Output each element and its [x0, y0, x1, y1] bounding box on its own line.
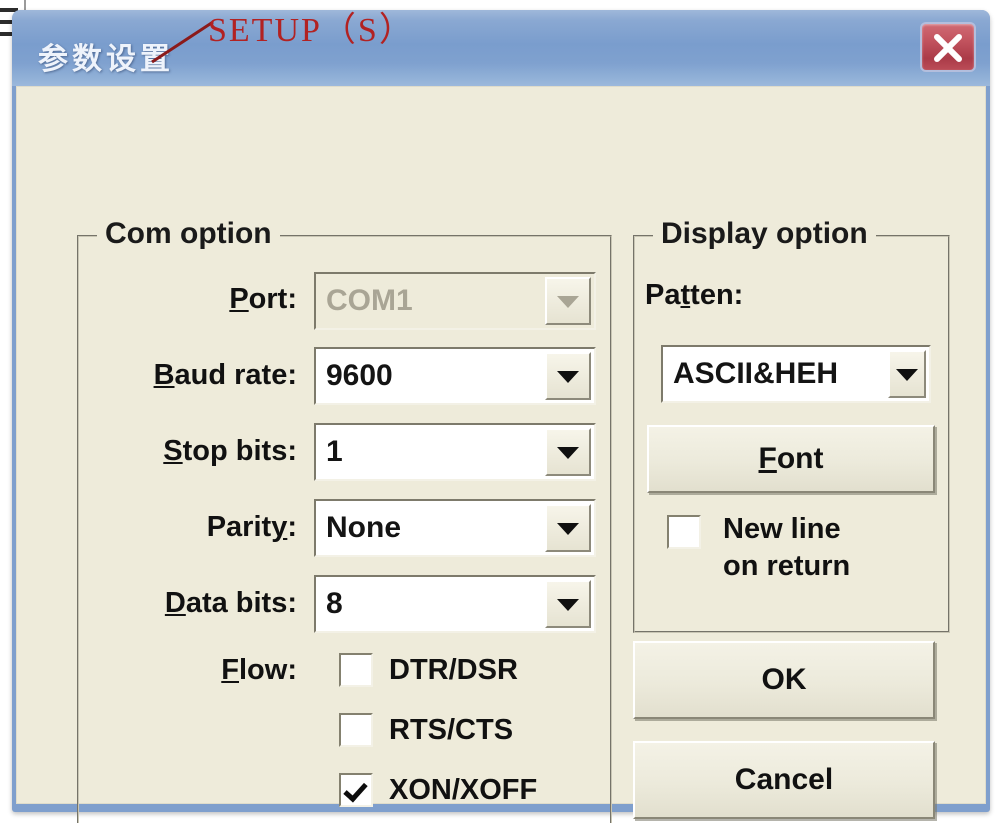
stop-bits-value: 1 — [326, 435, 343, 468]
parity-dropdown-arrow-button[interactable] — [545, 504, 591, 552]
port-combobox[interactable]: COM1 — [314, 272, 596, 330]
flow-label: Flow: — [221, 654, 297, 686]
data-bits-combobox[interactable]: 8 — [314, 575, 596, 633]
close-icon — [934, 34, 962, 62]
data-bits-dropdown-arrow-button[interactable] — [545, 580, 591, 628]
data-bits-value: 8 — [326, 587, 343, 620]
flow-xon-xoff-checkbox[interactable] — [339, 773, 373, 807]
stop-bits-combobox[interactable]: 1 — [314, 423, 596, 481]
dialog-client-area: Com option Port: COM1 Baud rate: 9600 St… — [16, 86, 986, 823]
port-label-accel: P — [229, 283, 249, 315]
flow-rts-cts-label: RTS/CTS — [389, 713, 514, 746]
parity-combobox[interactable]: None — [314, 499, 596, 557]
baud-rate-label: Baud rate: — [153, 359, 297, 391]
data-bits-label-accel: D — [164, 587, 186, 619]
flow-dtr-dsr-label: DTR/DSR — [389, 653, 518, 686]
parity-label: Parity: — [206, 511, 297, 543]
patten-label-accel: t — [680, 279, 691, 311]
parity-label-accel: y — [271, 511, 288, 543]
close-button[interactable] — [920, 22, 976, 72]
com-option-group-title: Com option — [97, 217, 280, 251]
display-option-group-title: Display option — [653, 217, 876, 251]
dialog-title: 参数设置 — [38, 42, 174, 77]
patten-combobox[interactable]: ASCII&HEH — [661, 345, 931, 403]
new-line-on-return-label: New line on return — [723, 511, 850, 585]
new-line-on-return-checkbox[interactable] — [667, 515, 701, 549]
ok-button[interactable]: OK — [633, 641, 935, 719]
font-button-label: Font — [758, 442, 824, 475]
port-value: COM1 — [326, 284, 413, 317]
screen: 参数设置 Com option Port: COM1 Baud rate: 96… — [0, 0, 1000, 823]
dialog-titlebar[interactable]: 参数设置 — [12, 10, 990, 86]
port-label: Port: — [229, 283, 297, 315]
flow-label-accel: F — [221, 654, 239, 686]
chevron-down-icon — [557, 523, 579, 535]
flow-xon-xoff-label: XON/XOFF — [389, 773, 538, 806]
new-line-on-return-row[interactable] — [667, 515, 701, 549]
patten-dropdown-arrow-button[interactable] — [888, 350, 926, 398]
flow-rts-cts-checkbox[interactable] — [339, 713, 373, 747]
patten-value: ASCII&HEH — [673, 357, 839, 390]
data-bits-label: Data bits: — [164, 587, 297, 619]
flow-dtr-dsr-checkbox[interactable] — [339, 653, 373, 687]
cancel-button[interactable]: Cancel — [633, 741, 935, 819]
patten-label: Patten: — [645, 279, 744, 311]
chevron-down-icon — [896, 369, 918, 381]
chevron-down-icon — [557, 371, 579, 383]
baud-rate-dropdown-arrow-button[interactable] — [545, 352, 591, 400]
font-button-accel: F — [758, 442, 777, 475]
baud-rate-label-accel: B — [153, 359, 175, 391]
port-dropdown-arrow-button[interactable] — [545, 277, 591, 325]
ok-button-label: OK — [761, 663, 807, 696]
stop-bits-dropdown-arrow-button[interactable] — [545, 428, 591, 476]
chevron-down-icon — [557, 447, 579, 459]
cancel-button-label: Cancel — [734, 763, 834, 796]
flow-rts-cts-row[interactable]: RTS/CTS — [339, 713, 513, 747]
stop-bits-label-accel: S — [163, 435, 183, 467]
baud-rate-combobox[interactable]: 9600 — [314, 347, 596, 405]
new-line-on-return-label-line2: on return — [723, 550, 851, 583]
parity-value: None — [326, 511, 401, 544]
baud-rate-value: 9600 — [326, 359, 393, 392]
chevron-down-icon — [557, 296, 579, 308]
setup-dialog: 参数设置 Com option Port: COM1 Baud rate: 96… — [12, 10, 990, 823]
font-button[interactable]: Font — [647, 425, 935, 493]
flow-xon-xoff-row[interactable]: XON/XOFF — [339, 773, 537, 807]
stop-bits-label: Stop bits: — [163, 435, 297, 467]
flow-dtr-dsr-row[interactable]: DTR/DSR — [339, 653, 518, 687]
new-line-on-return-label-line1: New line — [723, 513, 841, 545]
chevron-down-icon — [557, 599, 579, 611]
